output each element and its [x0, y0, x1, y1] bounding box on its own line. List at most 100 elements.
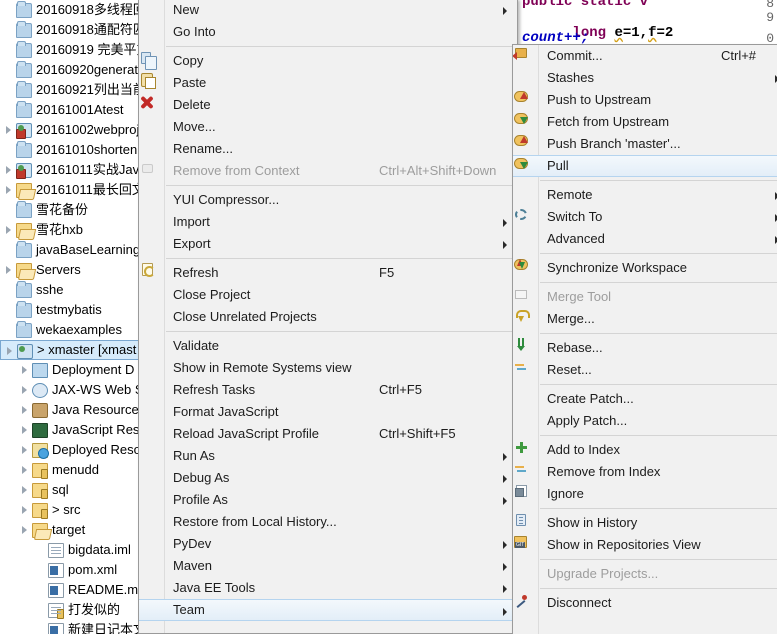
team-submenu[interactable]: Commit... Ctrl+# Stashes Push to Upstream Fe…	[512, 44, 777, 634]
tree-item[interactable]: 打发似的	[0, 600, 146, 620]
menu-item-import[interactable]: Import	[139, 211, 517, 233]
menu-item-close-unrelated-projects[interactable]: Close Unrelated Projects	[139, 306, 517, 328]
menu-item-show-in-remote-systems-view[interactable]: Show in Remote Systems view	[139, 357, 517, 379]
menu-item-yui-compressor[interactable]: YUI Compressor...	[139, 189, 517, 211]
menu-item-paste[interactable]: Paste	[139, 72, 517, 94]
menu-item-disconnect[interactable]: Disconnect	[513, 592, 777, 614]
menu-item-commit[interactable]: Commit... Ctrl+#	[513, 45, 777, 67]
tree-item[interactable]: 20161011实战Java	[0, 160, 146, 180]
tree-item[interactable]: 新建日记本文档	[0, 620, 146, 634]
chevron-right-icon[interactable]	[0, 220, 16, 240]
chevron-right-icon[interactable]	[1, 341, 17, 361]
tree-item[interactable]: README.md	[0, 580, 146, 600]
menu-item-rename[interactable]: Rename...	[139, 138, 517, 160]
chevron-right-icon[interactable]	[16, 360, 32, 380]
chevron-right-icon[interactable]	[16, 460, 32, 480]
chevron-right-icon[interactable]	[16, 480, 32, 500]
tree-item[interactable]: sql	[0, 480, 146, 500]
tree-item[interactable]: 20160918多线程回	[0, 0, 146, 20]
chevron-right-icon[interactable]	[16, 520, 32, 540]
chevron-right-icon[interactable]	[0, 260, 16, 280]
tree-item[interactable]: JAX-WS Web S	[0, 380, 146, 400]
chevron-right-icon[interactable]	[16, 440, 32, 460]
menu-item-reload-javascript-profile[interactable]: Reload JavaScript Profile Ctrl+Shift+F5	[139, 423, 517, 445]
menu-item-go-into[interactable]: Go Into	[139, 21, 517, 43]
menu-item-copy[interactable]: Copy	[139, 50, 517, 72]
menu-item-run-as[interactable]: Run As	[139, 445, 517, 467]
menu-item-export[interactable]: Export	[139, 233, 517, 255]
menu-item-ignore[interactable]: Ignore	[513, 483, 777, 505]
tree-item[interactable]: 20160920generato	[0, 60, 146, 80]
tree-item[interactable]: Java Resource	[0, 400, 146, 420]
menu-item-maven[interactable]: Maven	[139, 555, 517, 577]
menu-item-add-to-index[interactable]: Add to Index	[513, 439, 777, 461]
menu-item-rebase[interactable]: Rebase...	[513, 337, 777, 359]
menu-item-merge[interactable]: Merge...	[513, 308, 777, 330]
tree-item[interactable]: 20160918通配符匹	[0, 20, 146, 40]
menu-item-push-to-upstream[interactable]: Push to Upstream	[513, 89, 777, 111]
menu-item-remove-from-index[interactable]: Remove from Index	[513, 461, 777, 483]
menu-item-debug-as[interactable]: Debug As	[139, 467, 517, 489]
tree-item[interactable]: Deployed Reso	[0, 440, 146, 460]
menu-item-team[interactable]: Team	[139, 599, 517, 621]
chevron-right-icon[interactable]	[16, 380, 32, 400]
switch-to-icon	[515, 209, 527, 220]
menu-item-format-javascript[interactable]: Format JavaScript	[139, 401, 517, 423]
tree-item[interactable]: testmybatis	[0, 300, 146, 320]
tree-item[interactable]: bigdata.iml	[0, 540, 146, 560]
tree-item[interactable]: 20161011最长回文	[0, 180, 146, 200]
menu-item-reset[interactable]: Reset...	[513, 359, 777, 381]
tree-item[interactable]: > src	[0, 500, 146, 520]
chevron-right-icon[interactable]	[0, 120, 16, 140]
tree-item[interactable]: 雪花hxb	[0, 220, 146, 240]
tree-item[interactable]: javaBaseLearning	[0, 240, 146, 260]
tree-item[interactable]: 20161001Atest	[0, 100, 146, 120]
file-icon	[48, 543, 64, 558]
menu-item-restore-from-local-history[interactable]: Restore from Local History...	[139, 511, 517, 533]
menu-item-java-ee-tools[interactable]: Java EE Tools	[139, 577, 517, 599]
tree-item[interactable]: JavaScript Res	[0, 420, 146, 440]
menu-item-validate[interactable]: Validate	[139, 335, 517, 357]
chevron-right-icon[interactable]	[16, 500, 32, 520]
menu-item-close-project[interactable]: Close Project	[139, 284, 517, 306]
chevron-right-icon[interactable]	[0, 160, 16, 180]
chevron-right-icon[interactable]	[16, 400, 32, 420]
tree-item[interactable]: target	[0, 520, 146, 540]
tree-item[interactable]: 20161002webproj	[0, 120, 146, 140]
menu-item-profile-as[interactable]: Profile As	[139, 489, 517, 511]
menu-item-switch-to[interactable]: Switch To	[513, 206, 777, 228]
tree-item[interactable]: menudd	[0, 460, 146, 480]
package-explorer-tree[interactable]: 20160918多线程回 20160918通配符匹 20160919 完美平方 201…	[0, 0, 146, 634]
menu-item-remote[interactable]: Remote	[513, 184, 777, 206]
menu-item-pull[interactable]: Pull	[513, 155, 777, 177]
chevron-right-icon[interactable]	[16, 420, 32, 440]
menu-item-fetch-from-upstream[interactable]: Fetch from Upstream	[513, 111, 777, 133]
tree-item[interactable]: Deployment D	[0, 360, 146, 380]
tree-item[interactable]: > xmaster [xmast	[0, 340, 146, 360]
tree-item[interactable]: 20160921列出当前	[0, 80, 146, 100]
menu-item-show-in-history[interactable]: Show in History	[513, 512, 777, 534]
menu-item-synchronize-workspace[interactable]: Synchronize Workspace	[513, 257, 777, 279]
chevron-right-icon[interactable]	[0, 180, 16, 200]
menu-item-show-in-repositories-view[interactable]: Show in Repositories View	[513, 534, 777, 556]
menu-item-advanced[interactable]: Advanced	[513, 228, 777, 250]
project-context-menu[interactable]: New Go Into Copy Paste Delete Move... Rename..…	[138, 0, 518, 634]
menu-item-delete[interactable]: Delete	[139, 94, 517, 116]
menu-item-move[interactable]: Move...	[139, 116, 517, 138]
folder-open-icon	[32, 523, 48, 538]
tree-item[interactable]: Servers	[0, 260, 146, 280]
tree-item[interactable]: sshe	[0, 280, 146, 300]
tree-item[interactable]: wekaexamples	[0, 320, 146, 340]
menu-item-create-patch[interactable]: Create Patch...	[513, 388, 777, 410]
tree-item[interactable]: pom.xml	[0, 560, 146, 580]
tree-item[interactable]: 雪花备份	[0, 200, 146, 220]
menu-item-refresh[interactable]: Refresh F5	[139, 262, 517, 284]
menu-item-stashes[interactable]: Stashes	[513, 67, 777, 89]
menu-item-pydev[interactable]: PyDev	[139, 533, 517, 555]
menu-item-push-branch-master[interactable]: Push Branch 'master'...	[513, 133, 777, 155]
menu-item-new[interactable]: New	[139, 0, 517, 21]
menu-item-apply-patch[interactable]: Apply Patch...	[513, 410, 777, 432]
tree-item[interactable]: 20160919 完美平方	[0, 40, 146, 60]
menu-item-refresh-tasks[interactable]: Refresh Tasks Ctrl+F5	[139, 379, 517, 401]
tree-item[interactable]: 20161010shorteni	[0, 140, 146, 160]
